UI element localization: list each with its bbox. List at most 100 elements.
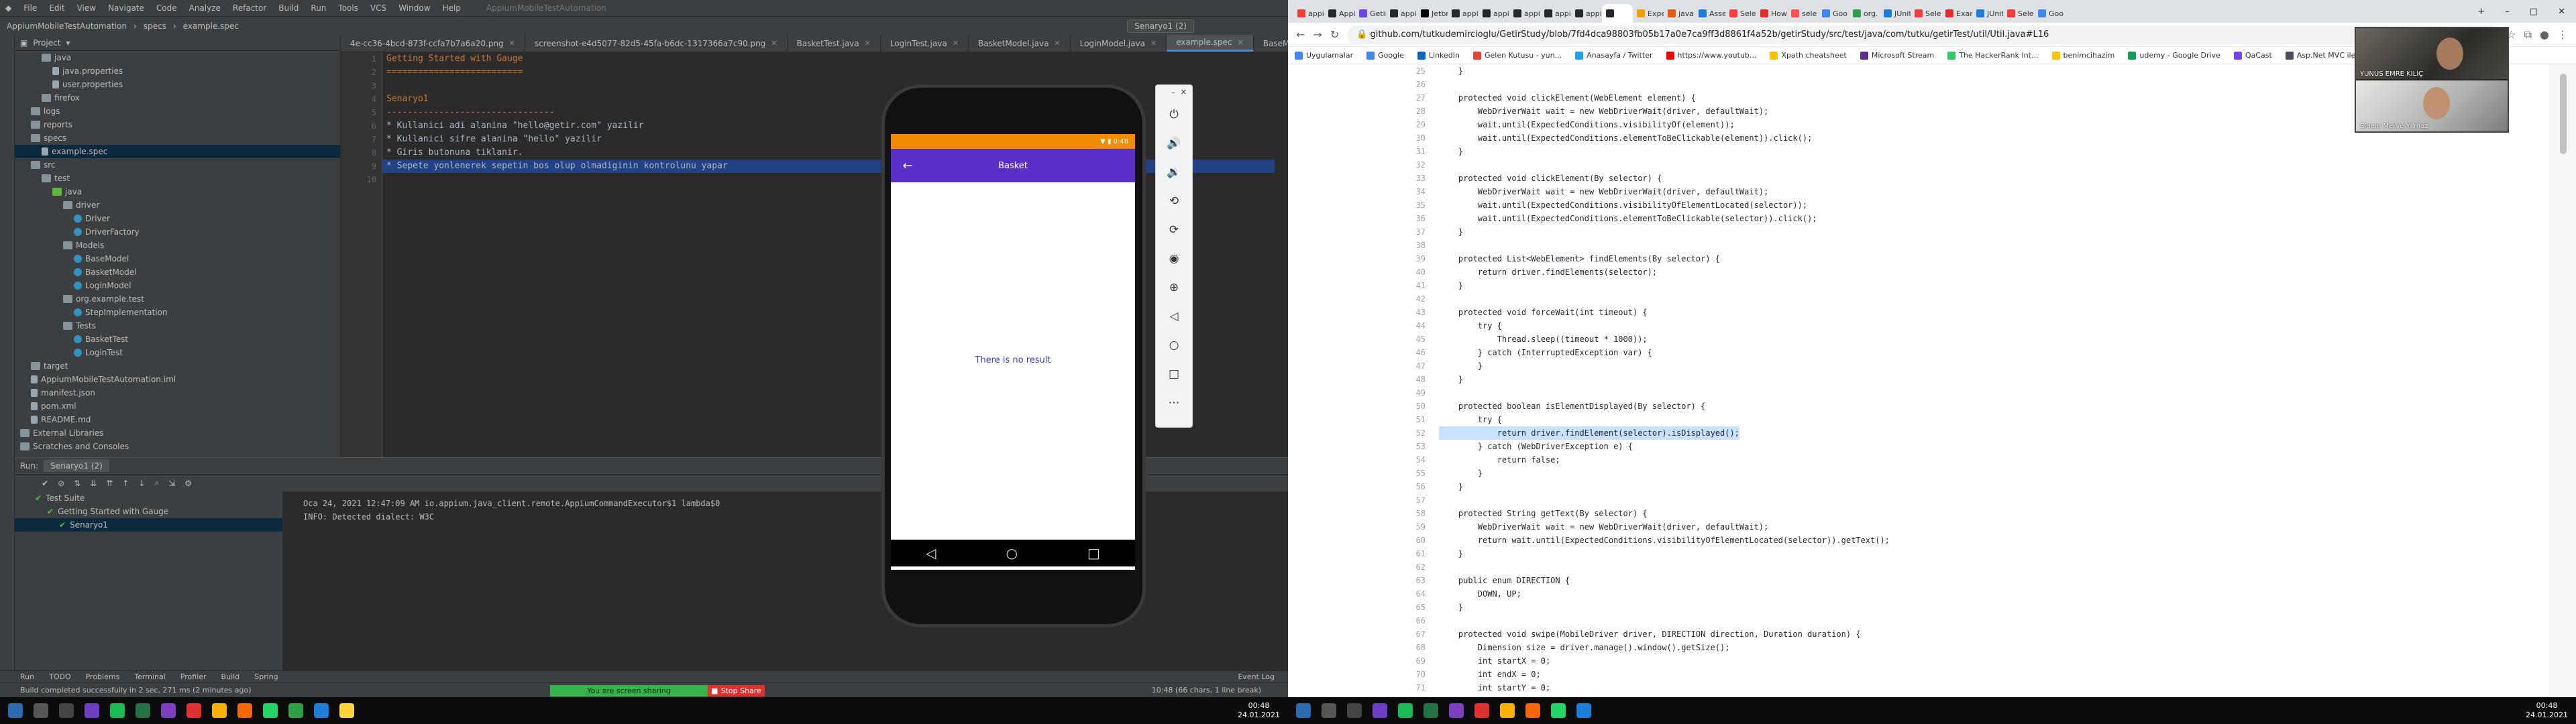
tree-item[interactable]: src <box>15 158 340 172</box>
rotate-right-icon[interactable]: ⟳ <box>1156 215 1192 244</box>
up-icon[interactable]: ↑ <box>122 479 129 488</box>
down-icon[interactable]: ↓ <box>138 479 145 488</box>
tree-item[interactable]: java <box>15 51 340 64</box>
browser-tab[interactable]: Goo <box>1818 4 1849 23</box>
browser-tab[interactable]: Expe <box>1633 4 1664 23</box>
teams-icon[interactable] <box>1373 703 1387 718</box>
tree-item[interactable]: org.example.test <box>15 292 340 306</box>
tree-item[interactable]: Models <box>15 239 340 252</box>
menu-item-view[interactable]: View <box>77 3 96 13</box>
tree-item[interactable]: Tests <box>15 319 340 333</box>
close-icon[interactable]: ✕ <box>1238 38 1244 47</box>
menu-item-file[interactable]: File <box>23 3 37 13</box>
visual-studio-icon[interactable] <box>161 703 176 718</box>
task-view-icon[interactable] <box>1347 703 1362 718</box>
browser-tab[interactable]: Sele <box>1725 4 1756 23</box>
browser-tab[interactable]: appiu <box>1293 4 1324 23</box>
tree-item[interactable]: AppiumMobileTestAutomation.iml <box>15 373 340 386</box>
browser-tab[interactable]: appiu <box>1479 4 1509 23</box>
tree-item[interactable]: example.spec <box>15 145 340 158</box>
line-number[interactable]: 57 <box>1288 493 1439 507</box>
github-code-view[interactable]: 25 } 26 27 protected void clickElement(Web… <box>1288 64 2549 697</box>
editor-tab[interactable]: BaseModel.java✕ <box>1254 35 1288 52</box>
event-log-button[interactable]: Event Log <box>1238 672 1275 681</box>
run-configuration-select[interactable]: Senaryo1 (2) <box>1127 19 1194 33</box>
address-bar[interactable]: 🔒 github.com/tutkudemircioglu/GetirStudy… <box>1347 25 2499 44</box>
close-icon[interactable]: ✕ <box>1054 39 1060 48</box>
browser-tab[interactable]: appiu <box>1448 4 1479 23</box>
taskbar-clock-left[interactable]: 00:48 24.01.2021 <box>1238 701 1288 720</box>
browser-tab[interactable]: Sele <box>1911 4 1941 23</box>
bookmark[interactable]: QaCast <box>2233 51 2272 60</box>
line-number[interactable]: 25 <box>1288 64 1439 78</box>
menu-item-help[interactable]: Help <box>443 3 461 13</box>
breadcrumb-project[interactable]: AppiumMobileTestAutomation <box>7 21 127 31</box>
editor-tab[interactable]: LoginModel.java ✕ <box>1071 35 1167 52</box>
editor-tab[interactable]: BasketModel.java ✕ <box>969 35 1071 52</box>
tree-item[interactable]: target <box>15 359 340 373</box>
line-number[interactable]: 61 <box>1288 547 1439 560</box>
line-number[interactable]: 69 <box>1288 654 1439 668</box>
browser-tab[interactable]: appiu <box>1540 4 1571 23</box>
back-triangle-icon[interactable]: ◁ <box>926 545 936 561</box>
menu-item-refactor[interactable]: Refactor <box>233 3 266 13</box>
tool-window-run[interactable]: Run <box>20 672 34 681</box>
line-number[interactable]: 41 <box>1288 279 1439 292</box>
firefox-icon[interactable] <box>1525 703 1540 718</box>
tool-window-profiler[interactable]: Profiler <box>180 672 207 681</box>
mail-icon[interactable] <box>1576 703 1591 718</box>
line-number[interactable]: 30 <box>1288 131 1439 145</box>
terminal-icon[interactable] <box>288 703 303 718</box>
line-number[interactable]: 43 <box>1288 306 1439 319</box>
search-icon[interactable] <box>1322 703 1336 718</box>
bookmark[interactable]: Gelen Kutusu - yun... <box>1473 51 1562 60</box>
browser-tab[interactable]: JUnit <box>1880 4 1911 23</box>
menu-item-tools[interactable]: Tools <box>338 3 358 13</box>
browser-tab[interactable]: Jetbr <box>1417 4 1448 23</box>
home-circle-icon[interactable]: ○ <box>1006 545 1018 561</box>
line-number[interactable]: 36 <box>1288 212 1439 225</box>
line-number[interactable]: 44 <box>1288 319 1439 333</box>
explorer-icon[interactable] <box>339 703 354 718</box>
line-number[interactable]: 59 <box>1288 520 1439 534</box>
close-icon[interactable]: ✕ <box>953 39 959 48</box>
bookmark[interactable]: Xpath cheatsheet <box>1770 51 1847 60</box>
minimize-icon[interactable]: – <box>2505 7 2510 17</box>
tree-item[interactable]: java.properties <box>15 64 340 78</box>
tree-item[interactable]: manifest.json <box>15 386 340 400</box>
browser-tab[interactable]: Appiu <box>1324 4 1355 23</box>
search-icon[interactable]: ⌕ <box>154 478 159 488</box>
intellij-icon[interactable] <box>1474 703 1489 718</box>
search-icon[interactable] <box>34 703 48 718</box>
close-icon[interactable]: ✕ <box>2558 7 2565 17</box>
line-number[interactable]: 26 <box>1288 78 1439 91</box>
close-icon[interactable]: ✕ <box>771 39 777 48</box>
line-number[interactable]: 40 <box>1288 265 1439 279</box>
spotify-icon[interactable] <box>1398 703 1413 718</box>
browser-tab[interactable]: appiu <box>1509 4 1540 23</box>
task-view-icon[interactable] <box>59 703 74 718</box>
tree-item[interactable]: test <box>15 172 340 185</box>
tree-item[interactable]: StepImplementation <box>15 306 340 319</box>
editor-tab[interactable]: LoginTest.java ✕ <box>881 35 969 52</box>
tree-item[interactable]: specs <box>15 131 340 145</box>
tree-item[interactable]: firefox <box>15 91 340 105</box>
whatsapp-icon[interactable] <box>1551 703 1566 718</box>
line-number[interactable]: 70 <box>1288 668 1439 681</box>
close-icon[interactable]: ✕ <box>1150 39 1157 48</box>
maximize-icon[interactable]: □ <box>2530 7 2538 17</box>
camera-icon[interactable]: ◉ <box>1156 244 1192 273</box>
browser-tab[interactable]: Sele <box>2003 4 2034 23</box>
visual-studio-icon[interactable] <box>1449 703 1464 718</box>
bookmark[interactable]: https://www.youtub... <box>1666 51 1756 60</box>
tool-window-todo[interactable]: TODO <box>49 672 71 681</box>
line-number[interactable]: 35 <box>1288 198 1439 212</box>
browser-tab[interactable]: Asse <box>1695 4 1725 23</box>
breadcrumb-folder[interactable]: specs <box>144 21 166 31</box>
firefox-icon[interactable] <box>237 703 252 718</box>
new-tab-icon[interactable]: + <box>2477 7 2485 17</box>
stop-icon[interactable]: ⊘ <box>58 479 64 488</box>
menu-item-edit[interactable]: Edit <box>49 3 64 13</box>
editor-tab[interactable]: 4e-cc36-4bcd-873f-ccfa7b7a6a20.png ✕ <box>341 35 525 52</box>
line-number[interactable]: 33 <box>1288 172 1439 185</box>
